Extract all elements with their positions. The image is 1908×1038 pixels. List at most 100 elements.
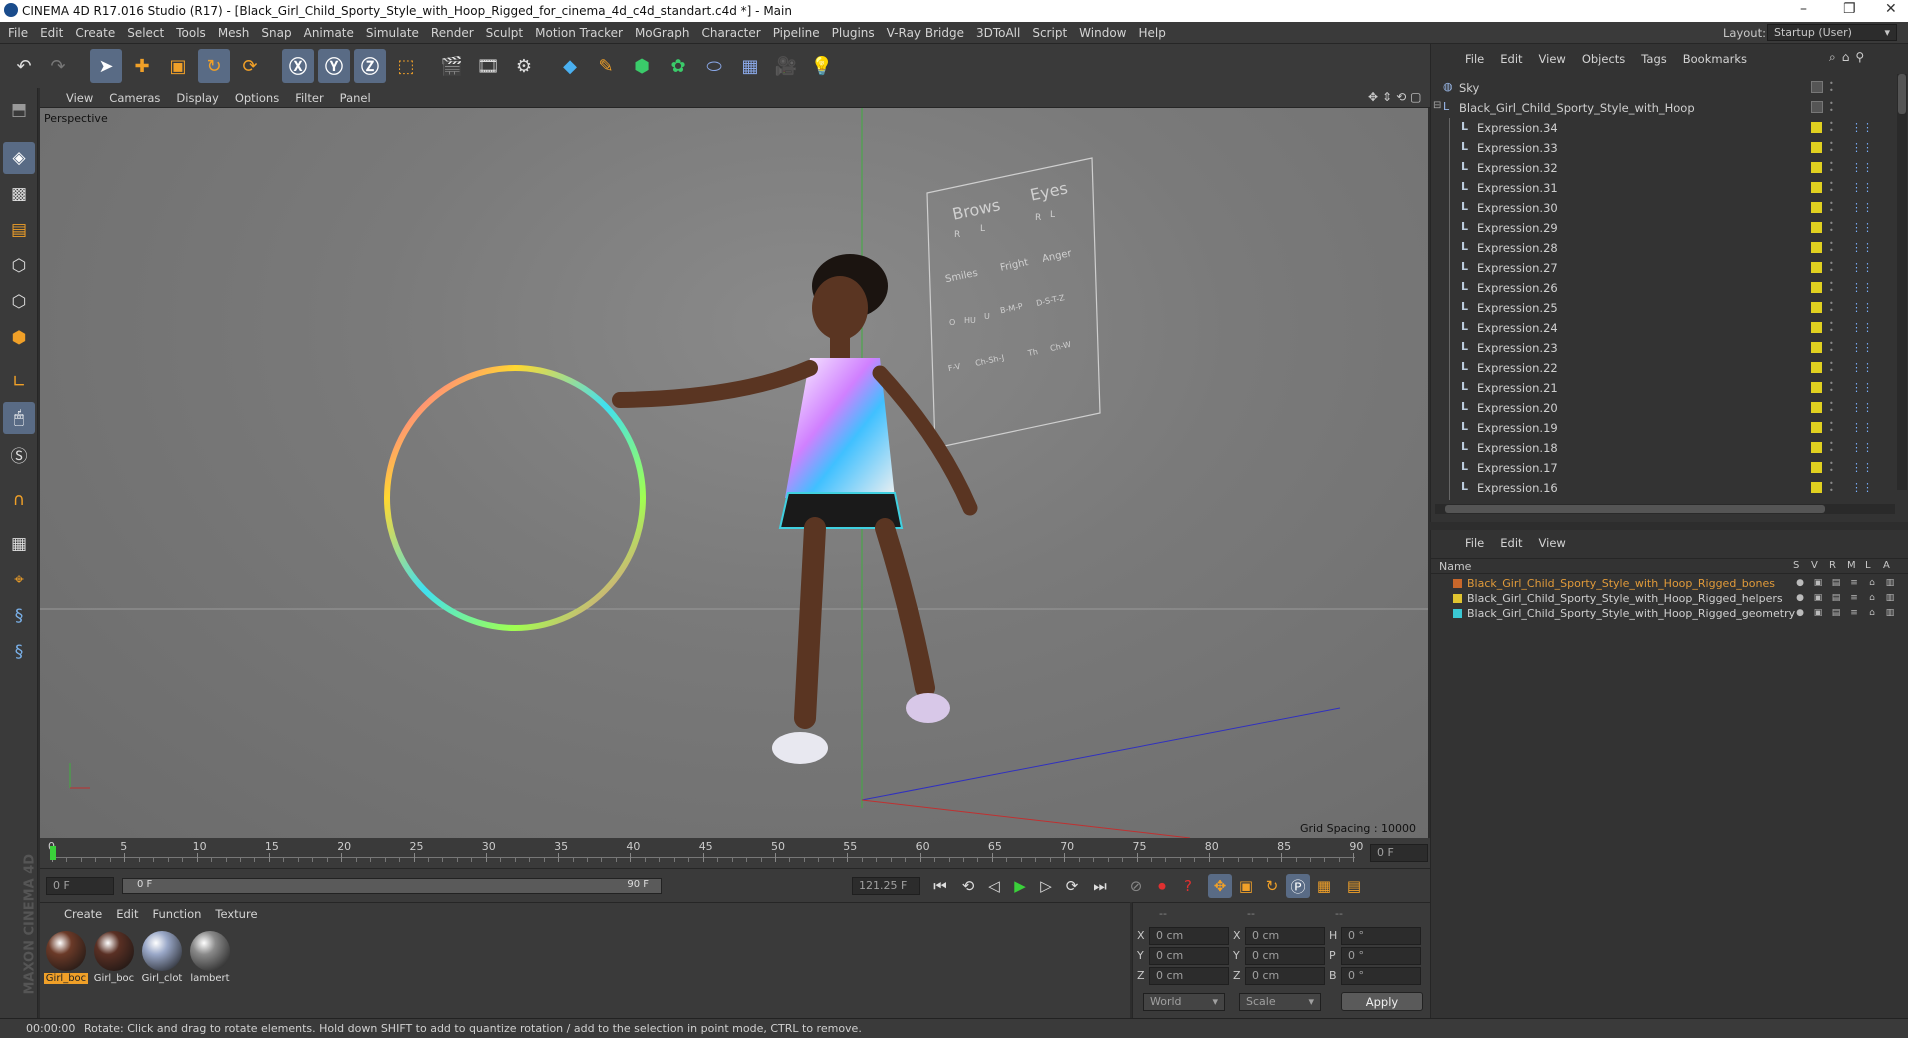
object-row[interactable]: L Expression.26 • • ⋮⋮ bbox=[1431, 278, 1891, 298]
material-menu-create[interactable]: Create bbox=[64, 907, 102, 921]
cube-icon[interactable]: ◆ bbox=[554, 49, 586, 83]
visibility-dots[interactable]: • • bbox=[1829, 300, 1834, 315]
tweak-mode-icon[interactable]: 🖱 bbox=[3, 402, 35, 434]
tag-icon[interactable] bbox=[1811, 442, 1822, 453]
magnet-icon[interactable]: ∩ bbox=[3, 484, 35, 516]
go-to-end-icon[interactable]: ⏭ bbox=[1088, 874, 1112, 898]
menu-help[interactable]: Help bbox=[1138, 26, 1165, 40]
python-script-2-icon[interactable]: § bbox=[3, 636, 35, 668]
tag-icon[interactable] bbox=[1811, 422, 1822, 433]
axis-x-icon[interactable]: Ⓧ bbox=[282, 49, 314, 83]
render-picture-viewer-icon[interactable]: 🎞 bbox=[472, 49, 504, 83]
xpresso-tag-icon[interactable]: ⋮⋮ bbox=[1851, 201, 1873, 214]
tag-icon[interactable] bbox=[1811, 162, 1822, 173]
snap-icon[interactable]: Ⓢ bbox=[3, 438, 35, 470]
layer-lock-icon[interactable]: ⌂ bbox=[1867, 608, 1877, 618]
menu-simulate[interactable]: Simulate bbox=[366, 26, 419, 40]
tag-icon[interactable] bbox=[1811, 462, 1822, 473]
material-swatch[interactable]: Girl_clot bbox=[140, 929, 184, 989]
xpresso-tag-icon[interactable]: ⋮⋮ bbox=[1851, 381, 1873, 394]
xpresso-tag-icon[interactable]: ⋮⋮ bbox=[1851, 321, 1873, 334]
play-icon[interactable]: ▶ bbox=[1008, 874, 1032, 898]
layer-menu-view[interactable]: View bbox=[1539, 536, 1566, 550]
layer-solo-icon[interactable]: ● bbox=[1795, 578, 1805, 588]
object-scrollbar[interactable] bbox=[1897, 74, 1907, 490]
object-row[interactable]: L Expression.25 • • ⋮⋮ bbox=[1431, 298, 1891, 318]
tag-icon[interactable] bbox=[1811, 282, 1822, 293]
layer-manager-icon[interactable]: ≡ bbox=[1849, 593, 1859, 603]
menu-tools[interactable]: Tools bbox=[176, 26, 206, 40]
material-menu-texture[interactable]: Texture bbox=[215, 907, 257, 921]
coord-field[interactable]: 0 cm bbox=[1245, 947, 1325, 965]
layer-color-swatch[interactable] bbox=[1453, 609, 1462, 618]
visibility-dots[interactable]: • • bbox=[1829, 160, 1834, 175]
material-swatch[interactable]: Girl_boc bbox=[44, 929, 88, 989]
visibility-dots[interactable]: • • bbox=[1829, 220, 1834, 235]
object-row[interactable]: L Expression.21 • • ⋮⋮ bbox=[1431, 378, 1891, 398]
layer-lock-icon[interactable]: ⌂ bbox=[1867, 593, 1877, 603]
visibility-dots[interactable]: • • bbox=[1829, 80, 1834, 95]
layer-animation-icon[interactable]: ▥ bbox=[1885, 578, 1895, 588]
menu-3dtoall[interactable]: 3DToAll bbox=[976, 26, 1020, 40]
tag-icon[interactable] bbox=[1811, 242, 1822, 253]
light-icon[interactable]: 💡 bbox=[806, 49, 838, 83]
object-hscrollbar-thumb[interactable] bbox=[1445, 505, 1825, 513]
object-row[interactable]: L Expression.33 • • ⋮⋮ bbox=[1431, 138, 1891, 158]
xpresso-tag-icon[interactable]: ⋮⋮ bbox=[1851, 441, 1873, 454]
key-rotation-icon[interactable]: ↻ bbox=[1260, 874, 1284, 898]
xpresso-tag-icon[interactable]: ⋮⋮ bbox=[1851, 141, 1873, 154]
layer-menu-edit[interactable]: Edit bbox=[1500, 536, 1522, 550]
tag-icon[interactable] bbox=[1811, 362, 1822, 373]
coord-field[interactable]: 0 cm bbox=[1245, 967, 1325, 985]
menu-motion-tracker[interactable]: Motion Tracker bbox=[535, 26, 623, 40]
xpresso-tag-icon[interactable]: ⋮⋮ bbox=[1851, 341, 1873, 354]
xpresso-tag-icon[interactable]: ⋮⋮ bbox=[1851, 481, 1873, 494]
layer-color-swatch[interactable] bbox=[1453, 594, 1462, 603]
pen-spline-icon[interactable]: ✎ bbox=[590, 49, 622, 83]
menu-mesh[interactable]: Mesh bbox=[218, 26, 250, 40]
key-position-icon[interactable]: ✥ bbox=[1208, 874, 1232, 898]
menu-render[interactable]: Render bbox=[431, 26, 474, 40]
timeline-playhead[interactable] bbox=[50, 846, 56, 860]
object-row[interactable]: L ⊟ Black_Girl_Child_Sporty_Style_with_Hoo… bbox=[1431, 98, 1891, 118]
close-button[interactable]: ✕ bbox=[1885, 1, 1897, 17]
xpresso-tag-icon[interactable]: ⋮⋮ bbox=[1851, 221, 1873, 234]
xpresso-tag-icon[interactable]: ⋮⋮ bbox=[1851, 121, 1873, 134]
layer-solo-icon[interactable]: ● bbox=[1795, 593, 1805, 603]
object-menu-view[interactable]: View bbox=[1539, 52, 1566, 66]
material-swatch[interactable]: Girl_boc bbox=[92, 929, 136, 989]
layer-render-icon[interactable]: ▤ bbox=[1831, 578, 1841, 588]
rotate-alt-icon[interactable]: ⟳ bbox=[234, 49, 266, 83]
floor-icon[interactable]: ▦ bbox=[734, 49, 766, 83]
object-row[interactable]: L Expression.16 • • ⋮⋮ bbox=[1431, 478, 1891, 498]
rotate-icon[interactable]: ↻ bbox=[198, 49, 230, 83]
lock-workplane-icon[interactable]: ⌖ bbox=[3, 564, 35, 596]
visibility-dots[interactable]: • • bbox=[1829, 100, 1834, 115]
axis-y-icon[interactable]: Ⓨ bbox=[318, 49, 350, 83]
xpresso-tag-icon[interactable]: ⋮⋮ bbox=[1851, 401, 1873, 414]
object-row[interactable]: L Expression.31 • • ⋮⋮ bbox=[1431, 178, 1891, 198]
viewport-menu-panel[interactable]: Panel bbox=[340, 91, 371, 105]
scale-icon[interactable]: ▣ bbox=[162, 49, 194, 83]
scale-select[interactable]: Scale ▾ bbox=[1239, 993, 1321, 1011]
layer-manager-icon[interactable]: ≡ bbox=[1849, 578, 1859, 588]
object-row[interactable]: L Expression.23 • • ⋮⋮ bbox=[1431, 338, 1891, 358]
layer-manager-icon[interactable]: ≡ bbox=[1849, 608, 1859, 618]
object-scrollbar-thumb[interactable] bbox=[1898, 74, 1906, 114]
select-cursor-icon[interactable]: ➤ bbox=[90, 49, 122, 83]
layer-tag-icon[interactable] bbox=[1811, 81, 1823, 93]
object-row[interactable]: L Expression.19 • • ⋮⋮ bbox=[1431, 418, 1891, 438]
menu-select[interactable]: Select bbox=[127, 26, 164, 40]
xpresso-tag-icon[interactable]: ⋮⋮ bbox=[1851, 181, 1873, 194]
object-row[interactable]: L Expression.22 • • ⋮⋮ bbox=[1431, 358, 1891, 378]
camera-icon[interactable]: 🎥 bbox=[770, 49, 802, 83]
object-row[interactable]: L Expression.29 • • ⋮⋮ bbox=[1431, 218, 1891, 238]
coordinate-system-icon[interactable]: ⬚ bbox=[390, 49, 422, 83]
tag-icon[interactable] bbox=[1811, 202, 1822, 213]
autokey-icon[interactable]: ⏺ bbox=[1150, 874, 1174, 898]
layer-row[interactable]: Black_Girl_Child_Sporty_Style_with_Hoop_… bbox=[1431, 606, 1908, 621]
viewport-nav-icons[interactable]: ✥⇕⟲▢ bbox=[1368, 90, 1426, 104]
coord-field[interactable]: 0 cm bbox=[1149, 927, 1229, 945]
menu-animate[interactable]: Animate bbox=[304, 26, 354, 40]
edges-mode-icon[interactable]: ⬡ bbox=[3, 286, 35, 318]
